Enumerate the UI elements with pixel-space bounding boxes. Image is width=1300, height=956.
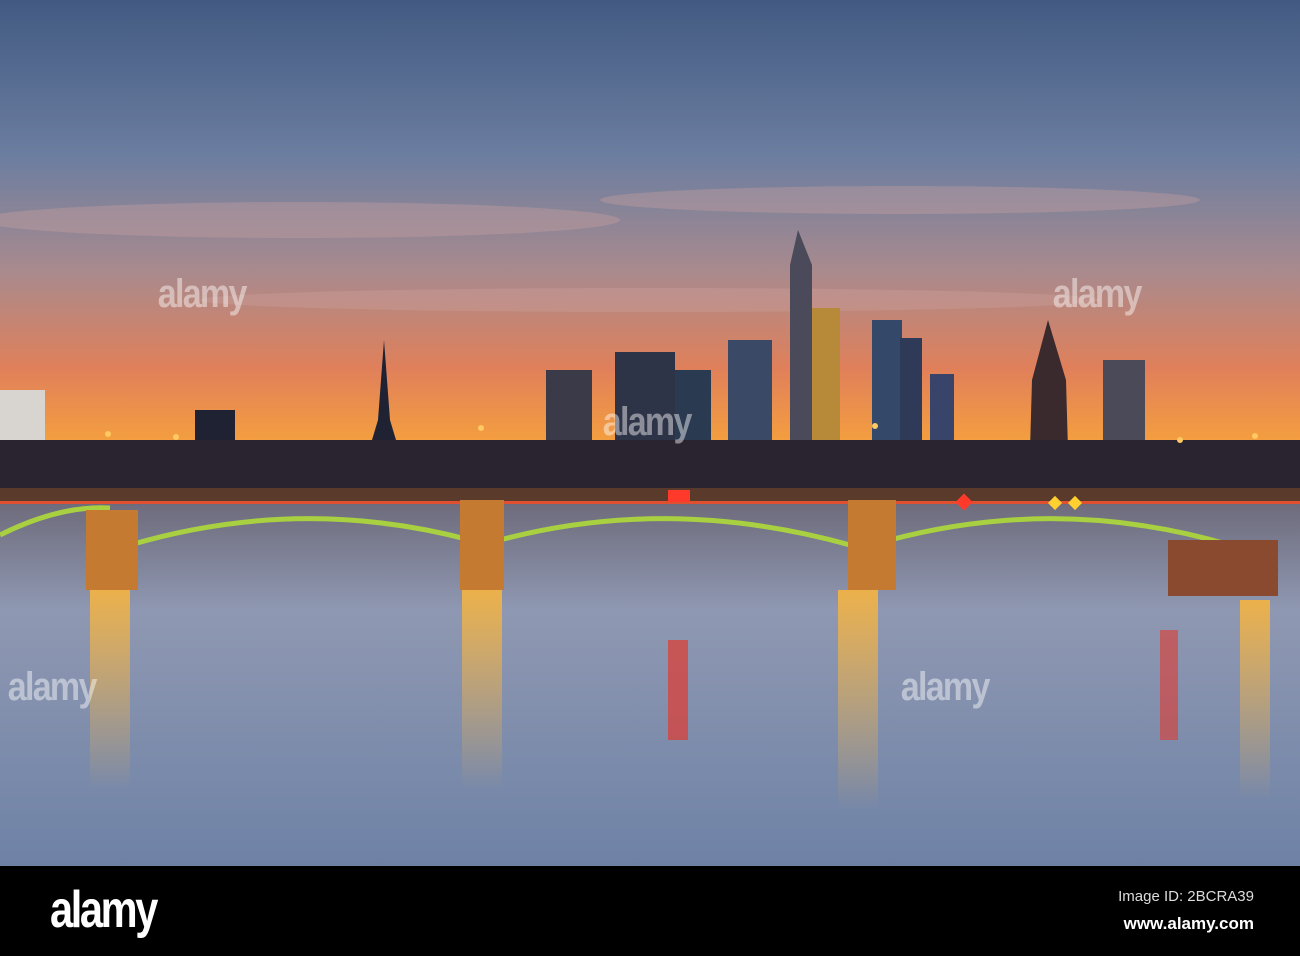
watermark: alamy bbox=[7, 665, 98, 709]
stock-photo: alamy alamy alamy alamy alamy alamy Imag… bbox=[0, 0, 1300, 956]
website-link[interactable]: www.alamy.com bbox=[1124, 914, 1254, 934]
watermark: alamy bbox=[602, 400, 693, 444]
watermark: alamy bbox=[900, 665, 991, 709]
watermark: alamy bbox=[157, 272, 248, 316]
river bbox=[0, 500, 1300, 866]
watermark: alamy bbox=[1052, 272, 1143, 316]
alamy-logo[interactable]: alamy bbox=[50, 880, 158, 940]
footer-bar: alamy Image ID: 2BCRA39 www.alamy.com bbox=[0, 866, 1300, 956]
image-id: Image ID: 2BCRA39 bbox=[1118, 888, 1254, 905]
